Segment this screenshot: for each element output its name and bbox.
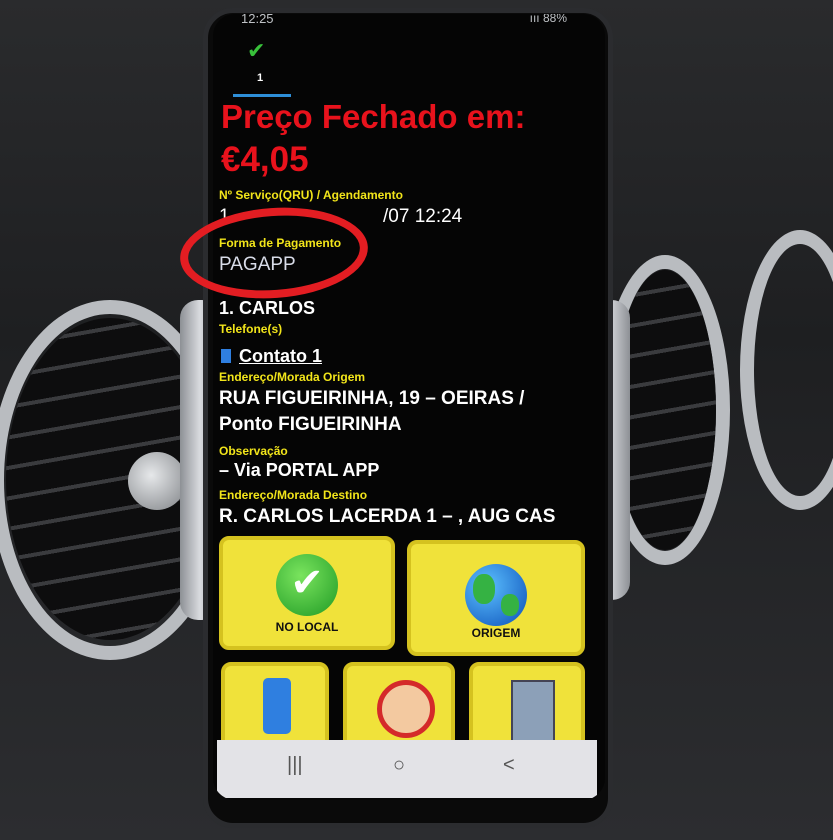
origem-button[interactable]: ORIGEM (407, 540, 585, 656)
service-label: Nº Serviço(QRU) / Agendamento (219, 188, 403, 202)
file-cabinet-icon (511, 680, 555, 744)
vent-knob (128, 452, 186, 510)
support-agent-icon (377, 680, 435, 738)
photo-scene: 12:25 ııı 88% ✔ 1 Preço Fechado em: €4,0… (0, 0, 833, 840)
price-title: Preço Fechado em: (221, 98, 526, 135)
origin-label: Endereço/Morada Origem (219, 370, 366, 384)
status-time: 12:25 (241, 14, 274, 26)
status-icons: ııı 88% (529, 14, 567, 25)
tab-count[interactable]: 1 (257, 72, 263, 84)
contact-label: Contato 1 (239, 346, 322, 366)
active-tab-indicator (233, 94, 291, 97)
globe-icon (465, 564, 527, 626)
destination-label: Endereço/Morada Destino (219, 488, 368, 502)
origem-label: ORIGEM (471, 626, 521, 640)
phone-taxi-icon (263, 678, 291, 734)
phone-label: Telefone(s) (219, 322, 283, 336)
check-icon (276, 554, 338, 616)
destination-value: R. CARLOS LACERDA 1 – , AUG CAS (219, 506, 556, 527)
origin-line-1: RUA FIGUEIRINHA, 19 – OEIRAS / (219, 388, 525, 409)
phone-icon (221, 349, 231, 363)
globe-land (473, 574, 495, 604)
passenger-name: 1. CARLOS (219, 298, 316, 318)
globe-land (501, 594, 519, 616)
home-button[interactable]: ○ (393, 754, 405, 777)
no-local-label: NO LOCAL (275, 620, 339, 634)
service-date: /07 12:24 (383, 206, 463, 227)
observation-value: – Via PORTAL APP (219, 460, 380, 480)
observation-label: Observação (219, 444, 288, 458)
back-button[interactable]: < (503, 754, 515, 777)
android-nav-bar: ||| ○ < (217, 740, 597, 798)
phone-screen: 12:25 ııı 88% ✔ 1 Preço Fechado em: €4,0… (213, 14, 605, 800)
no-local-button[interactable]: NO LOCAL (219, 536, 395, 650)
price-value: €4,05 (221, 140, 309, 179)
recent-apps-button[interactable]: ||| (287, 754, 303, 777)
contact-link[interactable]: Contato 1 (221, 346, 322, 367)
origin-line-2: Ponto FIGUEIRINHA (219, 414, 402, 435)
tab-check-icon[interactable]: ✔ (247, 38, 265, 64)
